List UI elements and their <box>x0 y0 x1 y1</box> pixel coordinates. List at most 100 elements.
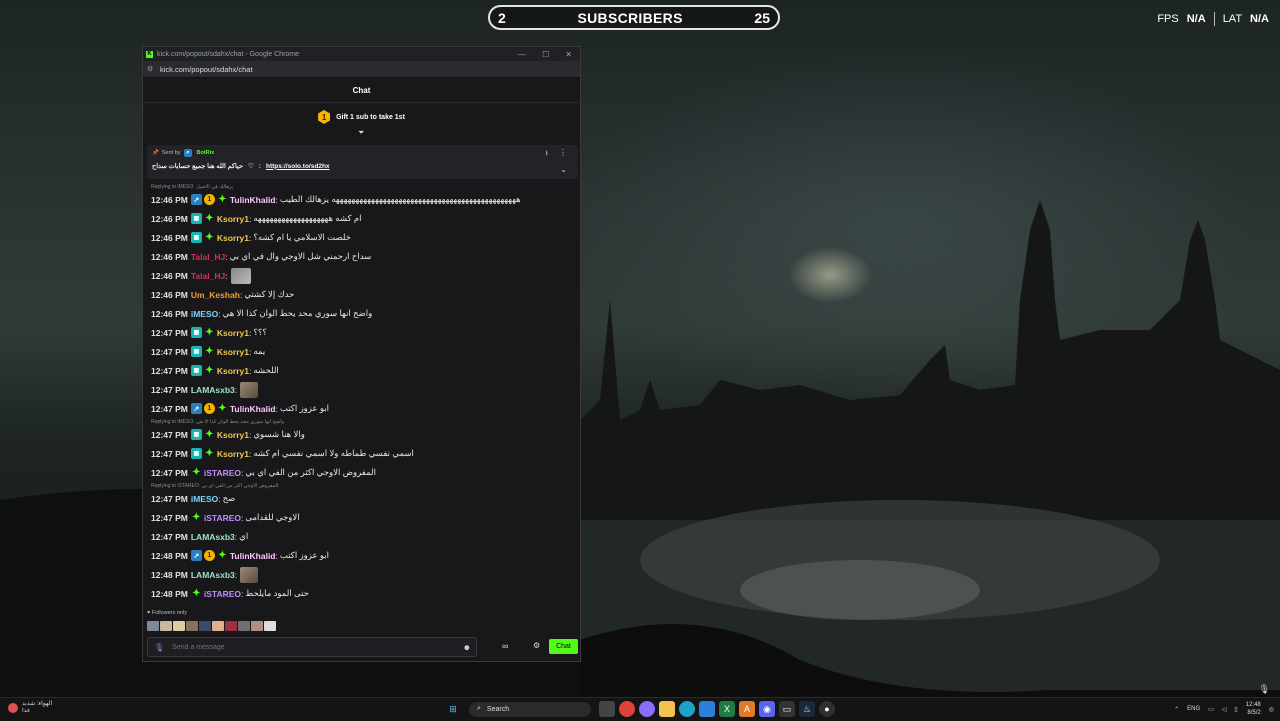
chat-message[interactable]: 12:48 PM ↗ 1 ✦ TulinKhalid: ابو عزوز اكتب <box>151 546 575 565</box>
obs-icon[interactable]: ● <box>819 701 835 717</box>
chat-message[interactable]: 12:47 PM ▦ ✦ Ksorry1: ؟؟؟ <box>151 323 575 342</box>
store-icon[interactable] <box>699 701 715 717</box>
message-username[interactable]: TulinKhalid <box>230 195 276 205</box>
volume-icon[interactable]: ◁ <box>1222 706 1227 713</box>
unpin-icon[interactable]: ⭳ <box>546 149 548 160</box>
app-icon[interactable]: A <box>739 701 755 717</box>
file-explorer-icon[interactable] <box>659 701 675 717</box>
username-colon: : <box>275 550 278 561</box>
clock[interactable]: 12:48 8/5/2 <box>1246 701 1261 717</box>
message-username[interactable]: iSTAREO <box>204 589 241 599</box>
message-username[interactable]: Ksorry1 <box>217 347 249 357</box>
chat-message[interactable]: 12:46 PM iMESO: واضح انها سوري محد يحط الو… <box>151 304 575 323</box>
message-username[interactable]: Ksorry1 <box>217 366 249 376</box>
chat-message[interactable]: 12:46 PM ▦ ✦ Ksorry1: ام كشه ههههههههههههههه… <box>151 209 575 228</box>
leaderboard-expand-icon[interactable]: ⏷ <box>358 128 366 138</box>
avatar[interactable] <box>225 621 237 631</box>
chat-message[interactable]: 12:46 PM Um_Keshah: حدك إلا كشتي <box>151 285 575 304</box>
chat-message[interactable]: 12:47 PM ▦ ✦ Ksorry1: والا هنا شسوي <box>151 425 575 444</box>
message-username[interactable]: Talal_HJ <box>191 271 225 281</box>
mic-icon[interactable]: 🎙 <box>154 643 164 652</box>
message-username[interactable]: TulinKhalid <box>230 404 276 414</box>
battery-icon[interactable]: ▯ <box>1234 706 1237 713</box>
terminal-icon[interactable]: ▭ <box>779 701 795 717</box>
windows-start-icon[interactable]: ⊞ <box>445 701 461 717</box>
chat-message[interactable]: 12:47 PM ✦ iSTAREO: الاوجي للقدامى <box>151 508 575 527</box>
gear-icon[interactable]: ⚙ <box>533 641 540 650</box>
chat-message[interactable]: 12:47 PM ↗ 1 ✦ TulinKhalid: ابو عزوز اكتب <box>151 399 575 418</box>
chat-message[interactable]: 12:46 PM ▦ ✦ Ksorry1: خلصت الاسلامي يا ام كش… <box>151 228 575 247</box>
edge-icon[interactable] <box>679 701 695 717</box>
message-username[interactable]: LAMAsxb3 <box>191 570 235 580</box>
message-username[interactable]: LAMAsxb3 <box>191 532 235 542</box>
chat-message[interactable]: 12:47 PM LAMAsxb3: <box>151 380 575 399</box>
mic-tray-icon[interactable]: 🎙 <box>1259 684 1270 695</box>
message-username[interactable]: iMESO <box>191 309 218 319</box>
minimize-icon[interactable]: — <box>518 50 526 59</box>
recent-viewers-avatars[interactable] <box>147 621 276 631</box>
maximize-icon[interactable]: ☐ <box>542 50 549 59</box>
address-bar[interactable]: ⚙ kick.com/popout/sdahx/chat <box>143 61 580 78</box>
emote-image[interactable] <box>230 267 251 284</box>
tray-chevron-icon[interactable]: ⌃ <box>1174 706 1179 713</box>
avatar[interactable] <box>160 621 172 631</box>
message-username[interactable]: iMESO <box>191 494 218 504</box>
avatar[interactable] <box>238 621 250 631</box>
message-username[interactable]: iSTAREO <box>204 468 241 478</box>
avatar[interactable] <box>212 621 224 631</box>
message-username[interactable]: Um_Keshah <box>191 290 240 300</box>
chrome-icon[interactable] <box>619 701 635 717</box>
chat-message[interactable]: 12:47 PM LAMAsxb3: اي <box>151 527 575 546</box>
pinned-link[interactable]: https://solo.to/sd2hx <box>266 163 330 170</box>
message-username[interactable]: Ksorry1 <box>217 214 249 224</box>
chat-message[interactable]: 12:47 PM ▦ ✦ Ksorry1: يمه <box>151 342 575 361</box>
emote-image[interactable] <box>240 566 259 583</box>
notifications-icon[interactable]: ◎ <box>1269 706 1274 713</box>
taskbar-search[interactable]: ⌕ Search <box>469 701 591 717</box>
chat-message-list[interactable]: Replying to iMESO: يزهالك في الاصيل 12:46… <box>151 183 575 603</box>
chat-message[interactable]: 12:46 PM Talal_HJ: <box>151 266 575 285</box>
excel-icon[interactable]: X <box>719 701 735 717</box>
discord-icon[interactable]: ◉ <box>759 701 775 717</box>
network-icon[interactable]: ▭ <box>1208 706 1214 713</box>
avatar[interactable] <box>147 621 159 631</box>
more-options-icon[interactable]: ⋮ <box>559 148 567 157</box>
emoji-icon[interactable]: ☻ <box>463 643 471 652</box>
chevron-down-icon[interactable]: ⌄ <box>560 165 567 174</box>
message-username[interactable]: Ksorry1 <box>217 449 249 459</box>
avatar[interactable] <box>264 621 276 631</box>
gift-sub-banner[interactable]: 1 Gift 1 sub to take 1st <box>143 103 580 131</box>
message-username[interactable]: LAMAsxb3 <box>191 385 235 395</box>
emote-image[interactable] <box>240 381 259 398</box>
chat-message[interactable]: 12:47 PM iMESO: صح <box>151 489 575 508</box>
avatar[interactable] <box>186 621 198 631</box>
message-username[interactable]: Ksorry1 <box>217 430 249 440</box>
close-icon[interactable]: ✕ <box>565 50 572 59</box>
kicks-icon[interactable]: ∞ <box>502 641 508 651</box>
chat-message[interactable]: 12:48 PM LAMAsxb3: <box>151 565 575 584</box>
chat-message[interactable]: 12:46 PM ↗ 1 ✦ TulinKhalid: ههههههههههههههههه… <box>151 190 575 209</box>
steam-icon[interactable]: ♨ <box>799 701 815 717</box>
message-username[interactable]: Talal_HJ <box>191 252 225 262</box>
message-username[interactable]: iSTAREO <box>204 513 241 523</box>
chat-message[interactable]: 12:48 PM ✦ iSTAREO: حتى المود مايلحط <box>151 584 575 603</box>
send-chat-button[interactable]: Chat <box>549 639 578 654</box>
copilot-icon[interactable] <box>639 701 655 717</box>
task-view-icon[interactable] <box>599 701 615 717</box>
avatar[interactable] <box>199 621 211 631</box>
message-username[interactable]: Ksorry1 <box>217 328 249 338</box>
message-username[interactable]: Ksorry1 <box>217 233 249 243</box>
language-indicator[interactable]: ENG <box>1187 706 1200 712</box>
site-info-icon[interactable]: ⚙ <box>147 65 155 73</box>
window-titlebar[interactable]: K kick.com/popout/sdahx/chat - Google Ch… <box>143 47 580 61</box>
chat-message[interactable]: 12:46 PM Talal_HJ: سداح ارحمني شل الاوجي و… <box>151 247 575 266</box>
chat-message[interactable]: 12:47 PM ▦ ✦ Ksorry1: اسمي نفسي طماطه ولا اس… <box>151 444 575 463</box>
message-username[interactable]: TulinKhalid <box>230 551 276 561</box>
message-input[interactable] <box>170 642 463 652</box>
avatar[interactable] <box>251 621 263 631</box>
weather-widget[interactable]: الهواء: شديد غدا <box>8 701 52 715</box>
avatar[interactable] <box>173 621 185 631</box>
message-input-box[interactable]: 🎙 ☻ <box>147 637 477 657</box>
chat-message[interactable]: 12:47 PM ✦ iSTAREO: المفروض الاوجي اكثر من … <box>151 463 575 482</box>
chat-message[interactable]: 12:47 PM ▦ ✦ Ksorry1: اللحشه <box>151 361 575 380</box>
